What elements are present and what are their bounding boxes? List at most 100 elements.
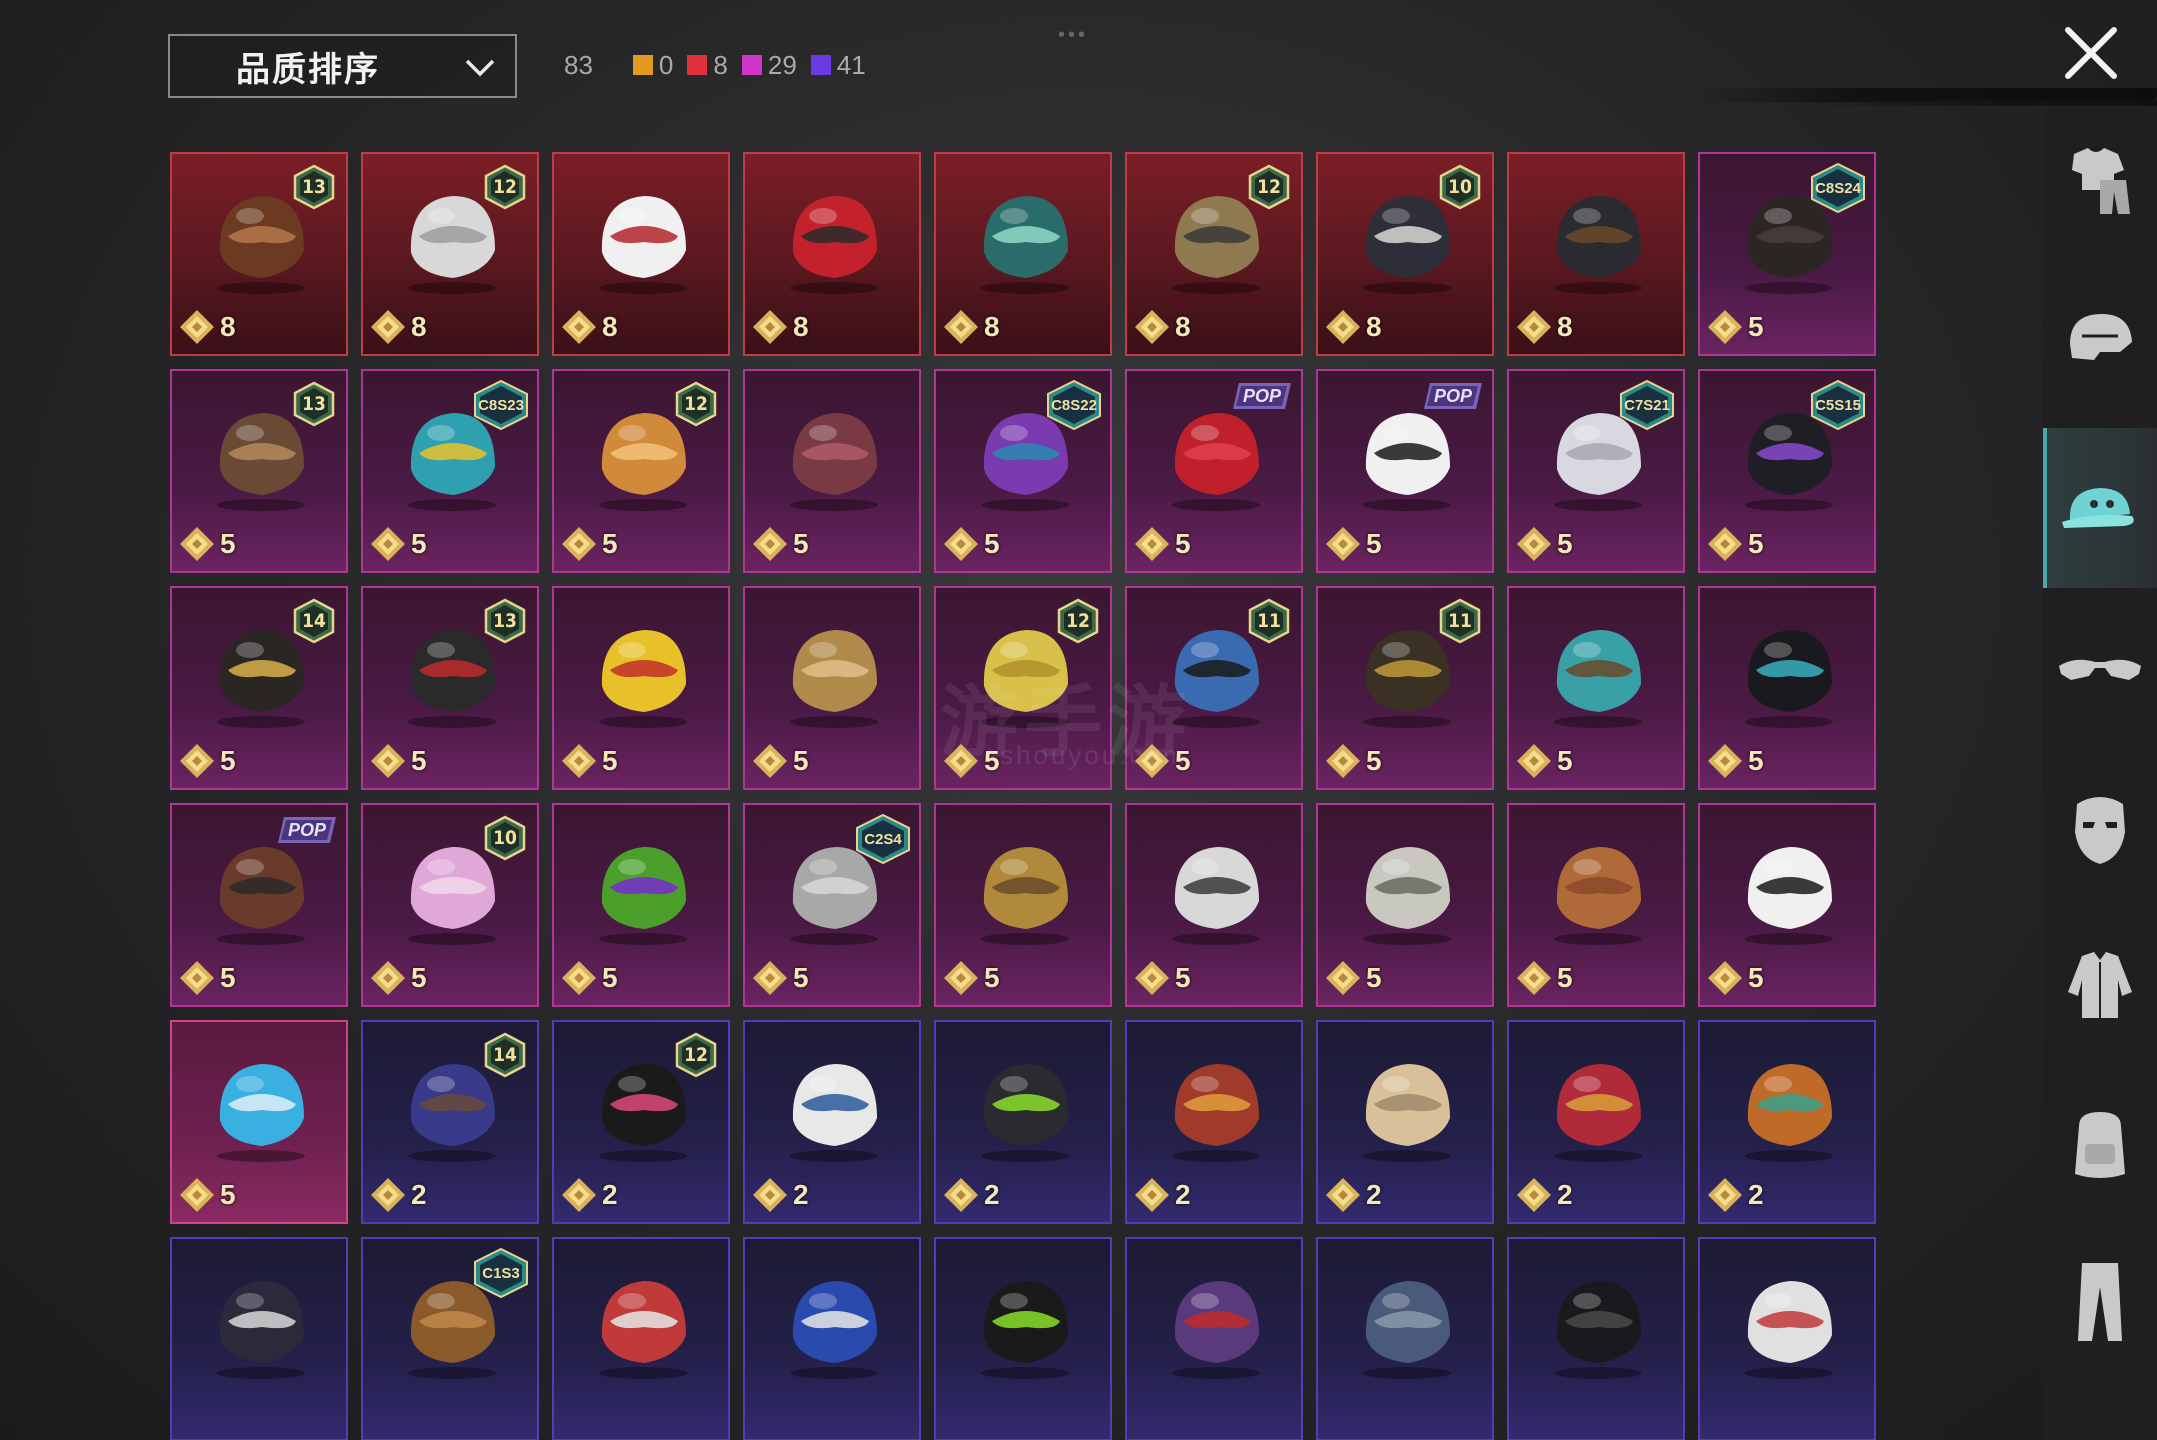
item-card[interactable]: 12 2 [552,1020,730,1224]
item-card[interactable]: 12 8 [1125,152,1303,356]
item-card[interactable]: 8 [934,152,1112,356]
item-card[interactable] [1507,1237,1685,1440]
item-card[interactable] [743,1237,921,1440]
coin-icon [1708,744,1742,778]
item-price: 5 [1706,525,1764,563]
item-card[interactable]: 2 [934,1020,1112,1224]
badge-label: C8S23 [478,396,524,414]
item-card[interactable]: 5 [1316,803,1494,1007]
coin-icon [944,527,978,561]
coin-icon [1708,310,1742,344]
item-card[interactable]: 2 [743,1020,921,1224]
item-card[interactable]: 8 [552,152,730,356]
item-card[interactable]: POP 5 [170,803,348,1007]
item-card[interactable]: 12 5 [552,369,730,573]
item-card[interactable]: 5 [170,1020,348,1224]
item-card[interactable]: C5S15 5 [1698,369,1876,573]
item-price: 5 [560,742,618,780]
price-value: 5 [1748,311,1764,342]
item-card[interactable]: 5 [1125,803,1303,1007]
item-card[interactable]: C8S23 5 [361,369,539,573]
item-card[interactable]: 5 [934,803,1112,1007]
item-price: 8 [178,308,236,346]
item-card[interactable] [1125,1237,1303,1440]
coin-icon [1517,527,1551,561]
item-price: 8 [751,308,809,346]
sidebar-item-helmet[interactable] [2043,270,2157,410]
sidebar-item-cap[interactable] [2043,428,2157,588]
item-card[interactable]: 11 5 [1316,586,1494,790]
item-card[interactable]: POP 5 [1316,369,1494,573]
sidebar-item-outfit[interactable] [2043,110,2157,250]
item-card[interactable]: 5 [743,586,921,790]
badge-label: 12 [1257,176,1281,198]
sidebar-item-mask[interactable] [2043,758,2157,898]
price-value: 5 [220,1179,236,1210]
sidebar-item-pants[interactable] [2043,1232,2157,1372]
item-card[interactable]: 2 [1698,1020,1876,1224]
item-card[interactable]: 13 5 [361,586,539,790]
item-card[interactable]: 12 8 [361,152,539,356]
sidebar-item-jacket[interactable] [2043,916,2157,1056]
item-price: 5 [1515,525,1573,563]
badge-label: C1S3 [482,1264,520,1282]
item-card[interactable]: C8S22 5 [934,369,1112,573]
item-price: 5 [751,959,809,997]
close-icon[interactable] [2062,24,2120,82]
item-card[interactable]: 8 [743,152,921,356]
cap-icon [2062,488,2134,528]
item-price: 8 [1133,308,1191,346]
coin-icon [371,310,405,344]
item-card[interactable] [934,1237,1112,1440]
coin-icon [944,310,978,344]
gold-hat-icon [960,823,1090,953]
item-card[interactable]: 8 [1507,152,1685,356]
drag-handle-icon[interactable]: ••• [1058,24,1088,47]
item-card[interactable]: C7S21 5 [1507,369,1685,573]
coin-icon [1517,1178,1551,1212]
coin-icon [753,527,787,561]
item-card[interactable]: 5 [743,369,921,573]
item-card[interactable] [1698,1237,1876,1440]
ninja-mask-icon [1724,606,1854,736]
item-card[interactable]: 5 [552,803,730,1007]
item-card[interactable]: 2 [1125,1020,1303,1224]
item-card[interactable]: 2 [1507,1020,1685,1224]
item-price: 2 [560,1176,618,1214]
sidebar-item-backpack[interactable] [2043,1074,2157,1214]
item-card[interactable] [552,1237,730,1440]
price-value: 5 [1748,528,1764,559]
item-card[interactable]: 13 8 [170,152,348,356]
item-price: 5 [369,959,427,997]
item-card[interactable]: 2 [1316,1020,1494,1224]
item-card[interactable]: 5 [1507,586,1685,790]
item-card[interactable]: C8S24 5 [1698,152,1876,356]
price-value: 5 [984,528,1000,559]
sidebar-item-glasses[interactable] [2043,600,2157,740]
item-card[interactable]: 14 5 [170,586,348,790]
item-card[interactable]: POP 5 [1125,369,1303,573]
price-value: 5 [411,745,427,776]
badge-label: 10 [1448,176,1472,198]
item-card[interactable]: 5 [1698,803,1876,1007]
item-price: 5 [178,1176,236,1214]
lion-mask-icon [1342,823,1472,953]
item-card[interactable] [170,1237,348,1440]
item-card[interactable]: 14 2 [361,1020,539,1224]
item-card[interactable]: C1S3 [361,1237,539,1440]
price-value: 5 [1175,528,1191,559]
sort-dropdown[interactable]: 品质排序 [168,34,517,98]
item-card[interactable]: 10 5 [361,803,539,1007]
item-card[interactable]: 13 5 [170,369,348,573]
item-price: 2 [1706,1176,1764,1214]
item-card[interactable]: 10 8 [1316,152,1494,356]
item-price: 5 [178,742,236,780]
price-value: 5 [984,962,1000,993]
item-card[interactable]: C2S4 5 [743,803,921,1007]
item-card[interactable] [1316,1237,1494,1440]
total-count: 83 [564,49,593,80]
category-sidebar [2043,110,2157,1440]
item-card[interactable]: 5 [552,586,730,790]
item-card[interactable]: 5 [1507,803,1685,1007]
item-card[interactable]: 5 [1698,586,1876,790]
